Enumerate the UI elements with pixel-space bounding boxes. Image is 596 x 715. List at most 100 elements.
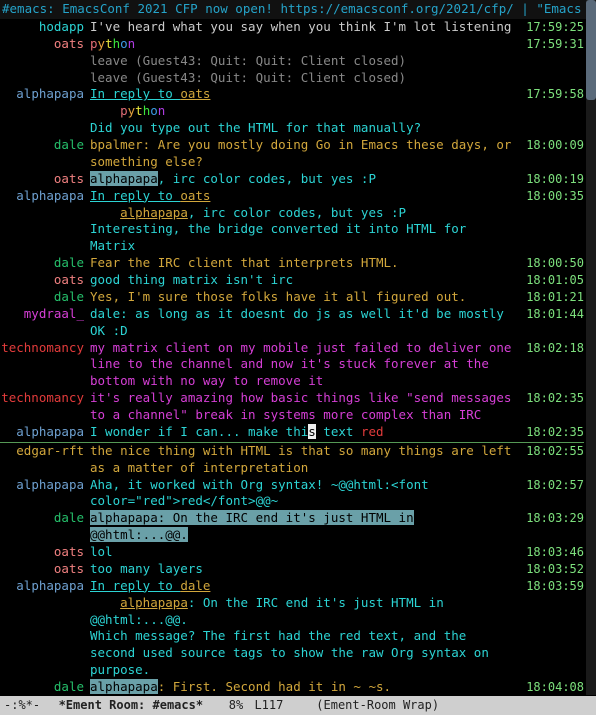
chat-row: dalebpalmer: Are you mostly doing Go in … (0, 137, 584, 171)
timestamp: 18:01:21 (518, 289, 584, 306)
timestamp: 18:04:08 (518, 679, 584, 696)
nick (0, 595, 90, 629)
chat-row: oatsgood thing matrix isn't irc18:01:05 (0, 272, 584, 289)
mention-highlight: alphapapa: On the IRC end it's just HTML… (90, 510, 414, 542)
message-body: alphapapa: On the IRC end it's just HTML… (90, 595, 518, 629)
message-body: it's really amazing how basic things lik… (90, 390, 518, 424)
message-body: Interesting, the bridge converted it int… (90, 221, 518, 255)
message-body: python (90, 36, 518, 53)
chat-row: technomancymy matrix client on my mobile… (0, 340, 584, 391)
chat-log: hodappI've heard what you say when you t… (0, 19, 596, 696)
message-body: Aha, it worked with Org syntax! ~@@html:… (90, 477, 518, 511)
timestamp (518, 628, 584, 679)
channel-topic: #emacs: EmacsConf 2021 CFP now open! htt… (0, 0, 596, 19)
message-body: In reply to dale (90, 578, 518, 595)
timestamp (518, 103, 584, 120)
nick: alphapapa (0, 578, 90, 595)
timestamp: 18:00:50 (518, 255, 584, 272)
text: Yes, I'm sure those folks have it all fi… (90, 289, 466, 304)
timestamp: 18:02:57 (518, 477, 584, 511)
timestamp: 18:00:09 (518, 137, 584, 171)
nick: oats (0, 272, 90, 289)
timestamp (518, 53, 584, 70)
scrollbar-track[interactable] (586, 0, 596, 695)
timestamp: 18:02:35 (518, 424, 584, 441)
timestamp: 18:01:44 (518, 306, 584, 340)
nick: alphapapa (0, 477, 90, 511)
text-cursor: s (308, 424, 316, 439)
nick: dale (0, 510, 90, 544)
nick: edgar-rft (0, 443, 90, 477)
chat-row: alphapapaIn reply to dale18:03:59 (0, 578, 584, 595)
scrollbar-thumb[interactable] (586, 0, 596, 100)
message-body: too many layers (90, 561, 518, 578)
timestamp: 18:03:46 (518, 544, 584, 561)
reply-link[interactable]: alphapapa (120, 595, 188, 610)
nick: alphapapa (0, 424, 90, 441)
timestamp: 18:03:52 (518, 561, 584, 578)
nick (0, 53, 90, 70)
message-body: the nice thing with HTML is that so many… (90, 443, 518, 477)
nick (0, 70, 90, 87)
nick: oats (0, 171, 90, 188)
nick (0, 628, 90, 679)
text: Fear the IRC client that interprets HTML… (90, 255, 399, 270)
message-body: I wonder if I can... make this text red (90, 424, 518, 441)
text: leave (Guest43: Quit: Quit: Client close… (90, 53, 406, 68)
nick: oats (0, 36, 90, 53)
nick: oats (0, 544, 90, 561)
message-body: python (90, 103, 518, 120)
nick: dale (0, 289, 90, 306)
chat-row: edgar-rftthe nice thing with HTML is tha… (0, 443, 584, 477)
message-body: good thing matrix isn't irc (90, 272, 518, 289)
rainbow-text: python (120, 103, 165, 118)
message-body: In reply to oats (90, 188, 518, 205)
reply-link[interactable]: In reply to (90, 188, 180, 203)
reply-link[interactable]: In reply to (90, 86, 180, 101)
text: dale: as long as it doesnt do js as well… (90, 306, 504, 338)
timestamp (518, 120, 584, 137)
text: Aha, it worked with Org syntax! ~@@html:… (90, 477, 429, 509)
message-body: my matrix client on my mobile just faile… (90, 340, 518, 391)
rainbow-text: python (90, 36, 135, 51)
nick (0, 103, 90, 120)
chat-row: Interesting, the bridge converted it int… (0, 221, 584, 255)
timestamp: 18:02:55 (518, 443, 584, 477)
chat-row: technomancyit's really amazing how basic… (0, 390, 584, 424)
text: leave (Guest43: Quit: Quit: Client close… (90, 70, 406, 85)
reply-link[interactable]: dale (180, 578, 210, 593)
modeline-line: L117 (254, 697, 283, 713)
text: I've heard what you say when you think I… (90, 19, 511, 34)
reply-link[interactable]: oats (180, 188, 210, 203)
chat-row: alphapapaI wonder if I can... make this … (0, 424, 584, 441)
mention-highlight: alphapapa (90, 679, 158, 694)
text: red (361, 424, 384, 439)
nick: technomancy (0, 340, 90, 391)
modeline-buffer: *Ement Room: #emacs* (59, 697, 204, 713)
timestamp: 18:03:29 (518, 510, 584, 544)
nick: dale (0, 255, 90, 272)
chat-row: Did you type out the HTML for that manua… (0, 120, 584, 137)
text: text (316, 424, 361, 439)
timestamp: 17:59:31 (518, 36, 584, 53)
text: good thing matrix isn't irc (90, 272, 293, 287)
timestamp: 18:00:19 (518, 171, 584, 188)
reply-link[interactable]: alphapapa (120, 205, 188, 220)
nick (0, 221, 90, 255)
chat-row: oatslol18:03:46 (0, 544, 584, 561)
message-body: alphapapa: On the IRC end it's just HTML… (90, 510, 518, 544)
timestamp: 18:02:18 (518, 340, 584, 391)
text: too many layers (90, 561, 203, 576)
reply-link[interactable]: In reply to (90, 578, 180, 593)
message-body: lol (90, 544, 518, 561)
chat-row: daleYes, I'm sure those folks have it al… (0, 289, 584, 306)
chat-row: python (0, 103, 584, 120)
modeline-mode: (Ement-Room Wrap) (316, 697, 439, 713)
timestamp (518, 70, 584, 87)
chat-row: oatspython 17:59:31 (0, 36, 584, 53)
chat-row: mydraal_dale: as long as it doesnt do js… (0, 306, 584, 340)
nick: hodapp (0, 19, 90, 36)
timestamp: 18:03:59 (518, 578, 584, 595)
text: , irc color codes, but yes :P (188, 205, 406, 220)
reply-link[interactable]: oats (180, 86, 210, 101)
